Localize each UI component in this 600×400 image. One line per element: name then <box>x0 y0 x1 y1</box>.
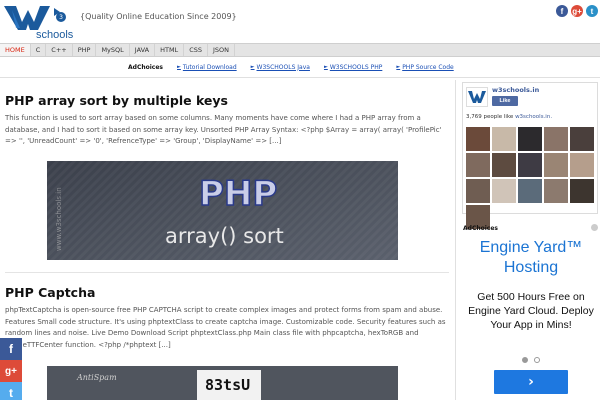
googleplus-icon[interactable]: g+ <box>0 360 22 382</box>
fb-page-name[interactable]: w3schools.in <box>492 86 539 94</box>
ad-link-label: W3SCHOOLS PHP <box>329 63 383 71</box>
chevron-right-icon: › <box>528 374 534 390</box>
nav-item-css[interactable]: CSS <box>184 44 208 56</box>
ad-link-w3schools-php[interactable]: ► W3SCHOOLS PHP <box>324 64 382 71</box>
adchoices-label[interactable]: AdChoices <box>463 225 498 232</box>
nav-item-cpp[interactable]: C++ <box>46 44 73 56</box>
post-image-captcha[interactable]: AntiSpam 83tsU <box>47 366 398 400</box>
fan-avatar[interactable] <box>570 153 594 177</box>
googleplus-icon[interactable]: g+ <box>571 5 583 17</box>
post-array-sort: PHP array sort by multiple keys This fun… <box>5 93 449 148</box>
fan-avatar[interactable] <box>518 127 542 151</box>
nav-item-java[interactable]: JAVA <box>130 44 156 56</box>
pager-dot[interactable] <box>534 357 540 363</box>
fan-avatar[interactable] <box>570 127 594 151</box>
main-nav: HOME C C++ PHP MySQL JAVA HTML CSS JSON <box>0 43 600 57</box>
ad-link-label: Tutorial Download <box>182 63 237 71</box>
ad-go-button[interactable]: › <box>494 370 568 394</box>
fan-avatar[interactable] <box>492 153 516 177</box>
play-icon: ► <box>177 64 181 70</box>
pager-dot-active[interactable] <box>522 357 528 363</box>
php-logo-text: PHP <box>199 174 277 214</box>
fan-avatar[interactable] <box>492 127 516 151</box>
fan-avatar[interactable] <box>544 153 568 177</box>
fan-faces <box>466 127 598 229</box>
fan-avatar[interactable] <box>466 127 490 151</box>
page-avatar[interactable] <box>466 87 488 107</box>
ad-body: Get 500 Hours Free on Engine Yard Cloud.… <box>468 291 594 331</box>
ad-link-php-source-code[interactable]: ► PHP Source Code <box>396 64 453 71</box>
image-watermark: www.w3schools.in <box>55 187 63 251</box>
w3-logo-icon <box>4 6 60 30</box>
array-sort-caption: array() sort <box>165 224 284 248</box>
adchoices-icon[interactable] <box>591 224 598 231</box>
fan-avatar[interactable] <box>466 153 490 177</box>
like-count-text: 3,769 people like <box>466 114 516 120</box>
main-content: PHP array sort by multiple keys This fun… <box>0 80 456 400</box>
array-sort-graphic: PHP array() sort www.w3schools.in <box>47 161 398 260</box>
facebook-like-box: w3schools.in Like 3,769 people like w3sc… <box>462 82 598 229</box>
play-icon: ► <box>396 64 401 70</box>
antispam-label: AntiSpam <box>76 373 117 382</box>
ad-pager <box>522 357 540 363</box>
twitter-icon[interactable]: t <box>0 382 22 400</box>
fan-avatar[interactable] <box>492 179 516 203</box>
play-icon: ► <box>250 64 255 70</box>
logo-badge: 3 <box>56 12 66 22</box>
fan-avatar[interactable] <box>518 153 542 177</box>
twitter-icon[interactable]: t <box>586 5 598 17</box>
ad-link-bar: AdChoices ► Tutorial Download ► W3SCHOOLS … <box>0 60 600 74</box>
like-count-link[interactable]: w3schools.in. <box>515 114 552 120</box>
post-divider <box>5 272 449 273</box>
sidebar-ad[interactable]: AdChoices Engine Yard™ Hosting Get 500 H… <box>462 222 600 400</box>
post-image-array-sort[interactable]: PHP array() sort www.w3schools.in <box>47 161 398 260</box>
floating-share-bar: f g+ t <box>0 338 22 400</box>
site-header: 3 schools {Quality Online Education Sinc… <box>0 0 600 42</box>
sidebar: w3schools.in Like 3,769 people like w3sc… <box>460 80 600 400</box>
fan-avatar[interactable] <box>518 179 542 203</box>
fb-like-button[interactable]: Like <box>492 96 518 106</box>
divider <box>0 77 600 78</box>
captcha-code: 83tsU <box>205 376 250 394</box>
fan-avatar[interactable] <box>570 179 594 203</box>
post-excerpt: phpTextCaptcha is open-source free PHP C… <box>5 306 446 349</box>
ad-link-label: W3SCHOOLS Java <box>256 63 310 71</box>
site-logo[interactable]: 3 schools <box>2 2 74 42</box>
post-php-captcha: PHP Captcha phpTextCaptcha is open-sourc… <box>5 285 449 351</box>
logo-text: schools <box>36 29 74 41</box>
facebook-icon[interactable]: f <box>556 5 568 17</box>
captcha-graphic: AntiSpam 83tsU <box>47 366 398 400</box>
adchoices-label[interactable]: AdChoices <box>128 64 163 71</box>
fan-avatar[interactable] <box>544 127 568 151</box>
nav-item-html[interactable]: HTML <box>155 44 185 56</box>
nav-item-json[interactable]: JSON <box>208 44 236 56</box>
fan-avatar[interactable] <box>466 179 490 203</box>
fb-like-count: 3,769 people like w3schools.in. <box>466 114 552 120</box>
nav-item-mysql[interactable]: MySQL <box>96 44 130 56</box>
header-social-links: f g+ t <box>556 5 598 17</box>
ad-headline[interactable]: Engine Yard™ Hosting <box>462 238 600 278</box>
post-excerpt: This function is used to sort array base… <box>5 114 442 145</box>
play-icon: ► <box>323 64 328 70</box>
facebook-icon[interactable]: f <box>0 338 22 360</box>
ad-link-w3schools-java[interactable]: ► W3SCHOOLS Java <box>251 64 310 71</box>
fan-avatar[interactable] <box>544 179 568 203</box>
nav-item-home[interactable]: HOME <box>0 44 31 56</box>
site-tagline: {Quality Online Education Since 2009} <box>80 12 237 21</box>
ad-link-label: PHP Source Code <box>402 63 454 71</box>
w3-logo-icon <box>468 91 486 103</box>
nav-item-c[interactable]: C <box>31 44 47 56</box>
like-label: Like <box>499 98 511 104</box>
post-title[interactable]: PHP array sort by multiple keys <box>5 93 449 108</box>
nav-item-php[interactable]: PHP <box>73 44 97 56</box>
ad-link-tutorial-download[interactable]: ► Tutorial Download <box>177 64 237 71</box>
post-title[interactable]: PHP Captcha <box>5 285 449 300</box>
